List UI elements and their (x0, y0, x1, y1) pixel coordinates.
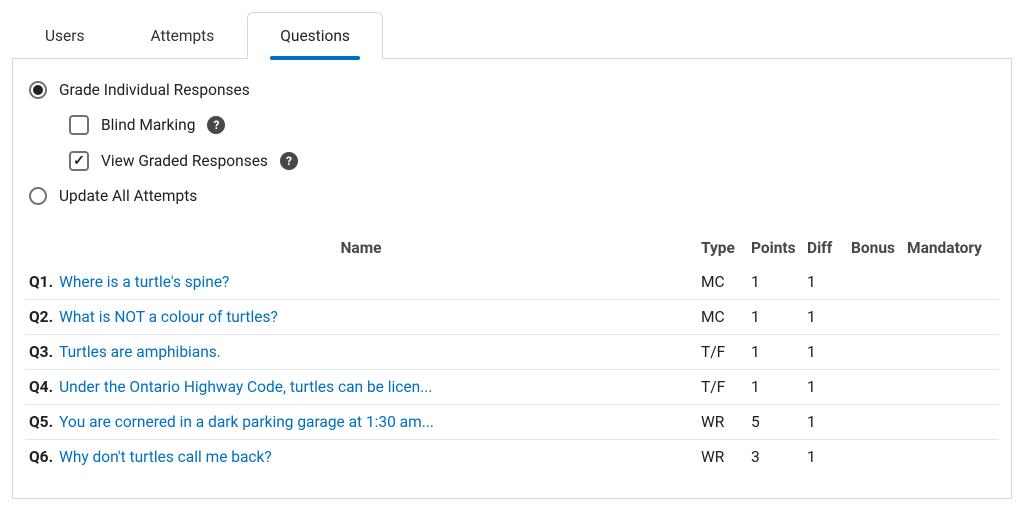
radio-grade-individual-label: Grade Individual Responses (59, 81, 250, 99)
question-number: Q3. (29, 343, 53, 361)
table-row: Q2.What is NOT a colour of turtles?MC11 (25, 300, 999, 335)
table-row: Q5. You are cornered in a dark parking ga… (25, 405, 999, 440)
cell-bonus (847, 405, 903, 440)
cell-diff: 1 (803, 405, 847, 440)
col-header-name: Name (25, 231, 697, 265)
table-row: Q4. Under the Ontario Highway Code, turtl… (25, 370, 999, 405)
questions-table: Name Type Points Diff Bonus Mandatory Q1… (25, 231, 999, 474)
col-header-bonus: Bonus (847, 231, 903, 265)
radio-update-all[interactable] (29, 187, 47, 205)
tab-bar: Users Attempts Questions (12, 12, 1012, 59)
cell-name: Q2. What is NOT a colour of turtles? (25, 300, 697, 335)
cell-type: T/F (697, 370, 747, 405)
table-row: Q1.Where is a turtle's spine?MC11 (25, 265, 999, 300)
cell-bonus (847, 335, 903, 370)
cell-type: WR (697, 440, 747, 475)
col-header-mandatory: Mandatory (903, 231, 999, 265)
cell-mandatory (903, 370, 999, 405)
checkbox-blind-marking[interactable] (69, 115, 89, 135)
table-row: Q3.Turtles are amphibians.T/F11 (25, 335, 999, 370)
question-number: Q1. (29, 273, 53, 291)
cell-points: 5 (747, 405, 803, 440)
help-icon[interactable]: ? (280, 152, 298, 170)
question-number: Q6. (29, 448, 53, 466)
question-link[interactable]: What is NOT a colour of turtles? (59, 308, 278, 326)
cell-mandatory (903, 335, 999, 370)
cell-bonus (847, 300, 903, 335)
cell-points: 1 (747, 370, 803, 405)
question-number: Q5. (29, 413, 53, 431)
question-number: Q2. (29, 308, 53, 326)
cell-type: WR (697, 405, 747, 440)
cell-type: T/F (697, 335, 747, 370)
cell-name: Q1. Where is a turtle's spine? (25, 265, 697, 300)
cell-name: Q4. Under the Ontario Highway Code, turtl… (25, 370, 697, 405)
questions-panel: Grade Individual Responses Blind Marking… (12, 58, 1012, 499)
cell-mandatory (903, 300, 999, 335)
question-link[interactable]: You are cornered in a dark parking garag… (59, 413, 434, 431)
help-icon[interactable]: ? (207, 116, 225, 134)
radio-grade-individual[interactable] (29, 81, 47, 99)
question-number: Q4. (29, 378, 53, 396)
checkbox-view-graded-label: View Graded Responses (101, 152, 268, 170)
cell-name: Q6. Why don't turtles call me back? (25, 440, 697, 475)
col-header-points: Points (747, 231, 803, 265)
cell-bonus (847, 370, 903, 405)
cell-diff: 1 (803, 440, 847, 475)
cell-type: MC (697, 300, 747, 335)
tab-attempts[interactable]: Attempts (118, 12, 248, 59)
radio-update-all-row: Update All Attempts (25, 179, 999, 213)
tab-users[interactable]: Users (12, 12, 118, 59)
cell-points: 1 (747, 300, 803, 335)
tab-questions[interactable]: Questions (247, 12, 383, 59)
grade-individual-suboptions: Blind Marking ? View Graded Responses ? (25, 107, 999, 179)
cell-name: Q5. You are cornered in a dark parking ga… (25, 405, 697, 440)
col-header-type: Type (697, 231, 747, 265)
cell-bonus (847, 265, 903, 300)
cell-mandatory (903, 440, 999, 475)
cell-diff: 1 (803, 370, 847, 405)
cell-diff: 1 (803, 265, 847, 300)
cell-mandatory (903, 405, 999, 440)
radio-update-all-label: Update All Attempts (59, 187, 197, 205)
table-row: Q6. Why don't turtles call me back? WR31 (25, 440, 999, 475)
checkbox-view-graded[interactable] (69, 151, 89, 171)
question-link[interactable]: Under the Ontario Highway Code, turtles … (59, 378, 432, 396)
checkbox-blind-marking-row: Blind Marking ? (65, 107, 999, 143)
cell-mandatory (903, 265, 999, 300)
cell-points: 1 (747, 335, 803, 370)
checkbox-view-graded-row: View Graded Responses ? (65, 143, 999, 179)
table-header-row: Name Type Points Diff Bonus Mandatory (25, 231, 999, 265)
checkbox-blind-marking-label: Blind Marking (101, 116, 195, 134)
cell-points: 3 (747, 440, 803, 475)
radio-grade-individual-row: Grade Individual Responses (25, 73, 999, 107)
cell-points: 1 (747, 265, 803, 300)
cell-bonus (847, 440, 903, 475)
cell-type: MC (697, 265, 747, 300)
cell-name: Q3. Turtles are amphibians. (25, 335, 697, 370)
col-header-diff: Diff (803, 231, 847, 265)
cell-diff: 1 (803, 300, 847, 335)
question-link[interactable]: Turtles are amphibians. (59, 343, 221, 361)
question-link[interactable]: Where is a turtle's spine? (59, 273, 229, 291)
question-link[interactable]: Why don't turtles call me back? (59, 448, 272, 466)
cell-diff: 1 (803, 335, 847, 370)
